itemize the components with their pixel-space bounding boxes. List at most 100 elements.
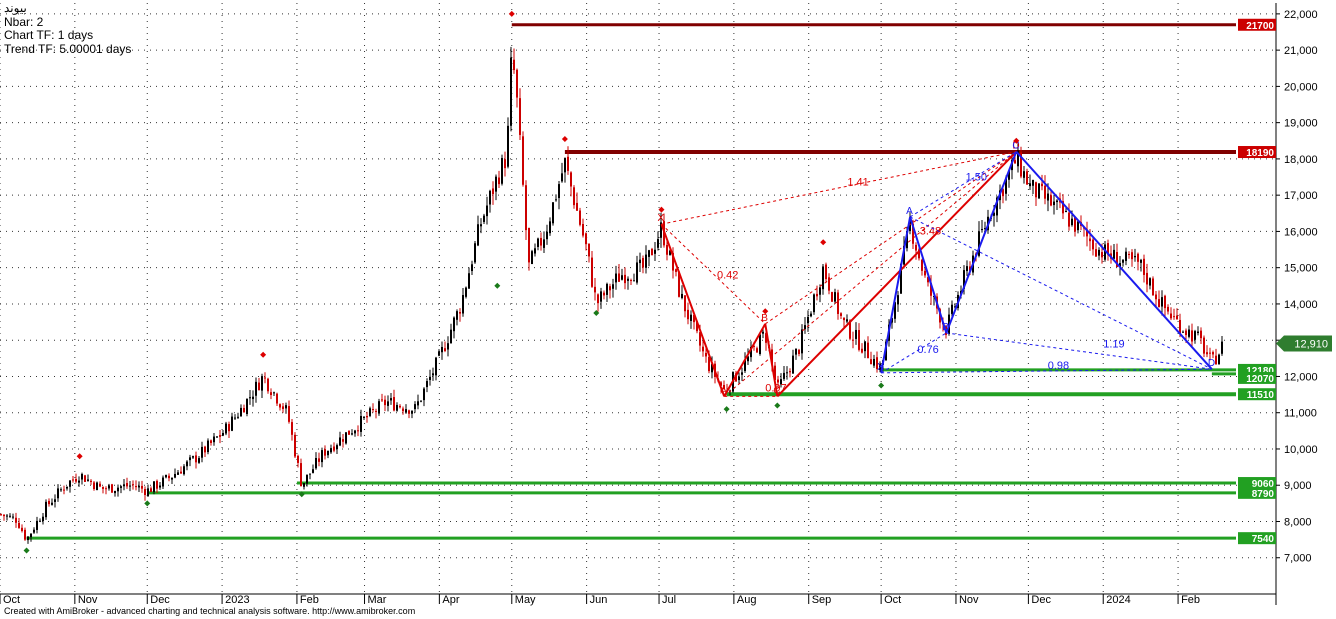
candle-body bbox=[357, 430, 359, 432]
candle-body bbox=[1089, 238, 1091, 242]
candle-body bbox=[165, 475, 167, 478]
candle-body bbox=[1155, 294, 1157, 300]
candle-body bbox=[621, 275, 623, 280]
candle-body bbox=[588, 243, 590, 257]
candle-body bbox=[507, 125, 509, 167]
candle-body bbox=[387, 401, 389, 406]
candle-body bbox=[786, 372, 788, 374]
candle-body bbox=[174, 473, 176, 478]
candle-body bbox=[1215, 355, 1217, 365]
candle-body bbox=[1050, 195, 1052, 206]
candle-body bbox=[690, 314, 692, 321]
candle-body bbox=[546, 231, 548, 240]
candle-body bbox=[558, 184, 560, 199]
candle-body bbox=[528, 227, 530, 263]
candle-body bbox=[1212, 352, 1214, 355]
candle-body bbox=[1161, 297, 1163, 307]
candle-body bbox=[237, 416, 239, 418]
nbar-label: Nbar: 2 bbox=[4, 14, 44, 29]
candle-body bbox=[108, 485, 110, 489]
candle-body bbox=[57, 488, 59, 499]
candle-body bbox=[183, 466, 185, 475]
y-tick-label: 21,000 bbox=[1284, 45, 1318, 57]
candle-body bbox=[294, 434, 296, 457]
candle-body bbox=[384, 399, 386, 406]
candle-body bbox=[1122, 259, 1124, 263]
candle-body bbox=[1029, 183, 1031, 187]
candle-body bbox=[1167, 306, 1169, 312]
candle-body bbox=[495, 176, 497, 192]
candle-body bbox=[1191, 330, 1193, 342]
candle-body bbox=[291, 422, 293, 435]
candle-body bbox=[915, 244, 917, 251]
candle-body bbox=[207, 440, 209, 453]
y-tick-label: 8,000 bbox=[1284, 516, 1312, 528]
y-tick-label: 20,000 bbox=[1284, 81, 1318, 93]
candle-body bbox=[579, 210, 581, 225]
candle-body bbox=[366, 416, 368, 418]
candle-body bbox=[1068, 212, 1070, 227]
candle-body bbox=[72, 479, 74, 481]
candle-body bbox=[624, 274, 626, 284]
candle-body bbox=[951, 304, 953, 314]
candle-body bbox=[612, 284, 614, 289]
x-tick-label: Sep bbox=[812, 594, 832, 606]
candle-body bbox=[675, 269, 677, 272]
candle-body bbox=[1152, 278, 1154, 296]
candle-body bbox=[618, 273, 620, 282]
candle-body bbox=[1209, 352, 1211, 354]
candle-body bbox=[504, 159, 506, 169]
candle-body bbox=[321, 450, 323, 463]
candle-body bbox=[9, 515, 11, 517]
candle-body bbox=[552, 202, 554, 224]
pattern-blue-ratio: 0.76 bbox=[917, 344, 938, 356]
candle-body bbox=[54, 499, 56, 502]
candle-body bbox=[210, 440, 212, 444]
level-badge-label: 18190 bbox=[1246, 148, 1274, 159]
candle-body bbox=[924, 270, 926, 276]
candle-body bbox=[171, 477, 173, 480]
candle-body bbox=[807, 316, 809, 324]
candle-body bbox=[531, 251, 533, 265]
candle-body bbox=[285, 405, 287, 409]
candle-body bbox=[1143, 258, 1145, 275]
candle-body bbox=[1137, 253, 1139, 262]
x-tick-label: Nov bbox=[959, 594, 979, 606]
candle-body bbox=[105, 488, 107, 490]
candle-body bbox=[642, 258, 644, 268]
candle-body bbox=[759, 334, 761, 355]
candle-body bbox=[1035, 182, 1037, 198]
candle-body bbox=[117, 487, 119, 492]
x-tick-label: Jul bbox=[662, 594, 676, 606]
candle-body bbox=[1125, 251, 1127, 261]
candle-body bbox=[396, 404, 398, 411]
price-chart[interactable]: XABCD0.420.973.481.41 XABCD0.761.501.190… bbox=[0, 0, 1336, 619]
candle-body bbox=[684, 295, 686, 312]
chart-area[interactable]: X A B C D 0.42 0.97 3.48 1.41 X A B C D 0.76 1.50 1.19 0… bbox=[0, 0, 1336, 619]
candle-body bbox=[369, 408, 371, 416]
candle-body bbox=[1098, 249, 1100, 256]
candle-body bbox=[231, 416, 233, 431]
candle-body bbox=[408, 410, 410, 414]
candle-body bbox=[897, 295, 899, 305]
x-tick-label: Dec bbox=[150, 594, 170, 606]
candle-body bbox=[405, 409, 407, 413]
pattern-blue-point-X: X bbox=[877, 362, 884, 373]
candle-body bbox=[234, 417, 236, 419]
candle-body bbox=[1140, 259, 1142, 263]
candle-body bbox=[1023, 171, 1025, 178]
candle-body bbox=[84, 475, 86, 482]
candle-body bbox=[81, 473, 83, 480]
candle-body bbox=[582, 224, 584, 236]
candle-body bbox=[468, 273, 470, 289]
candle-body bbox=[822, 266, 824, 290]
candle-body bbox=[804, 325, 806, 330]
candle-body bbox=[564, 158, 566, 173]
candle-body bbox=[261, 376, 263, 391]
candle-body bbox=[921, 259, 923, 271]
candle-body bbox=[1203, 337, 1205, 354]
candle-body bbox=[846, 319, 848, 322]
candle-body bbox=[1047, 193, 1049, 201]
candle-body bbox=[813, 294, 815, 313]
candle-body bbox=[762, 331, 764, 334]
